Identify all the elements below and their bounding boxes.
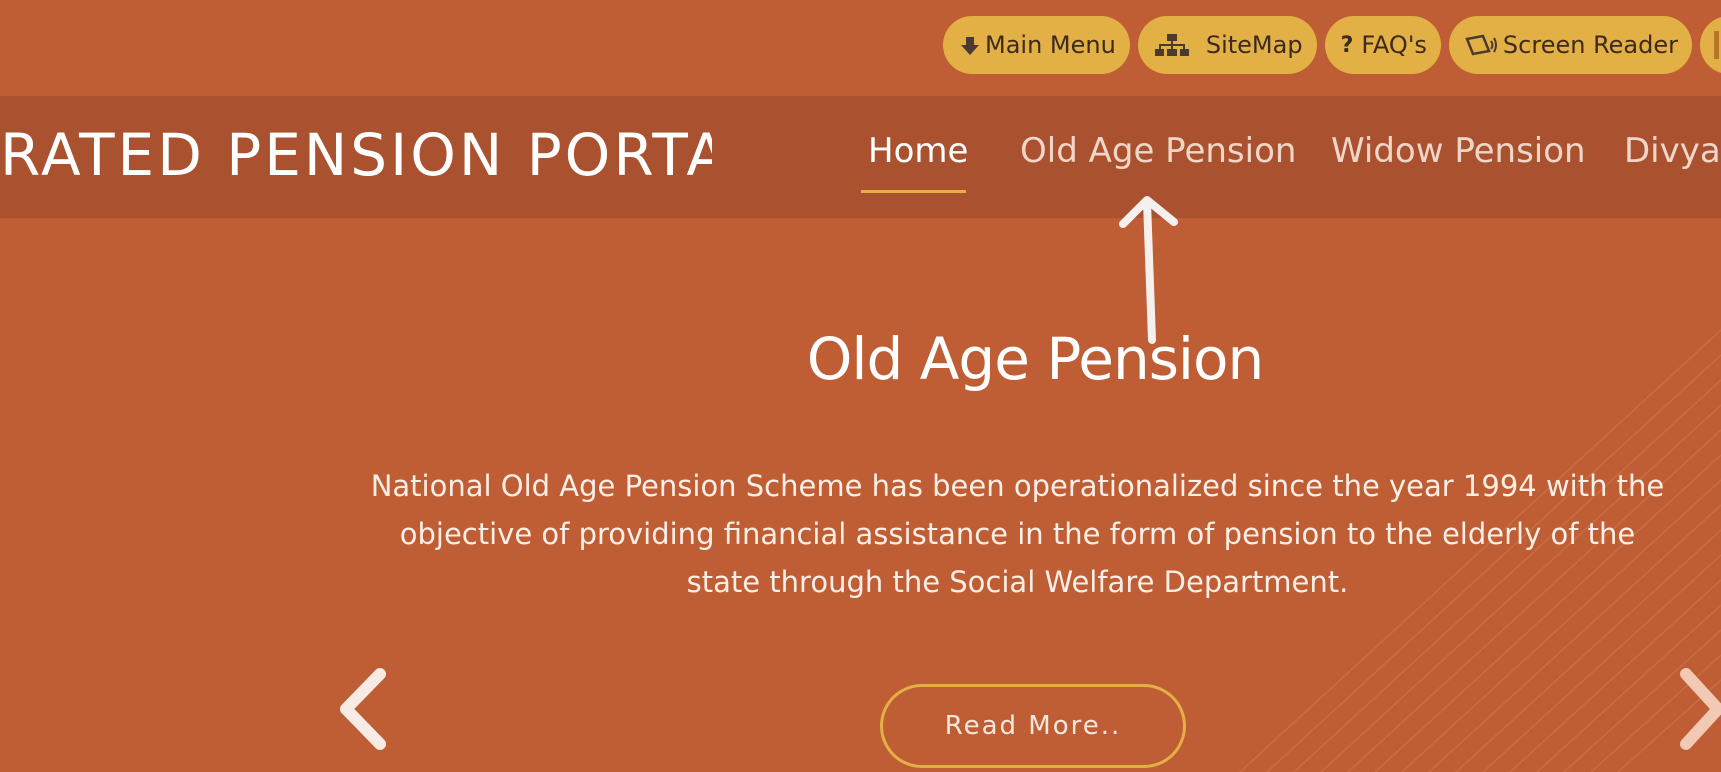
chevron-left-icon[interactable] bbox=[334, 664, 394, 754]
hero-description: National Old Age Pension Scheme has been… bbox=[370, 469, 1665, 599]
screen-reader-button[interactable]: Screen Reader bbox=[1448, 16, 1692, 74]
faqs-label: FAQ's bbox=[1361, 31, 1427, 59]
nav-item-old-age-pension[interactable]: Old Age Pension bbox=[1020, 134, 1296, 168]
partial-icon bbox=[1714, 31, 1719, 59]
sitemap-label: SiteMap bbox=[1205, 31, 1303, 59]
active-nav-indicator bbox=[861, 190, 966, 193]
sitemap-button[interactable]: SiteMap bbox=[1137, 16, 1317, 74]
hero-title: Old Age Pension bbox=[806, 325, 1265, 393]
main-menu-button[interactable]: Main Menu bbox=[943, 16, 1130, 74]
utility-bar: Main Menu SiteMap ? FAQ's Screen Reader bbox=[943, 16, 1721, 74]
screen-reader-label: Screen Reader bbox=[1502, 31, 1678, 59]
nav-item-home[interactable]: Home bbox=[868, 134, 968, 168]
read-more-button[interactable]: Read More.. bbox=[880, 684, 1186, 768]
sitemap-icon bbox=[1154, 32, 1190, 58]
arrow-up-icon bbox=[1119, 196, 1178, 344]
question-icon: ? bbox=[1340, 32, 1354, 58]
chevron-right-icon[interactable] bbox=[1672, 664, 1721, 754]
main-navigation: RATED PENSION PORTAL Home Old Age Pensio… bbox=[0, 96, 1721, 218]
accessibility-button[interactable] bbox=[1700, 16, 1721, 74]
nav-item-divyang[interactable]: Divyan bbox=[1624, 134, 1721, 168]
main-menu-label: Main Menu bbox=[985, 31, 1116, 59]
nav-item-widow-pension[interactable]: Widow Pension bbox=[1331, 134, 1586, 168]
page: Main Menu SiteMap ? FAQ's Screen Reader … bbox=[0, 0, 1721, 772]
down-arrow-icon bbox=[959, 33, 981, 57]
faqs-button[interactable]: ? FAQ's bbox=[1324, 16, 1441, 74]
screen-reader-icon bbox=[1465, 33, 1499, 57]
portal-title: RATED PENSION PORTAL bbox=[0, 126, 712, 184]
